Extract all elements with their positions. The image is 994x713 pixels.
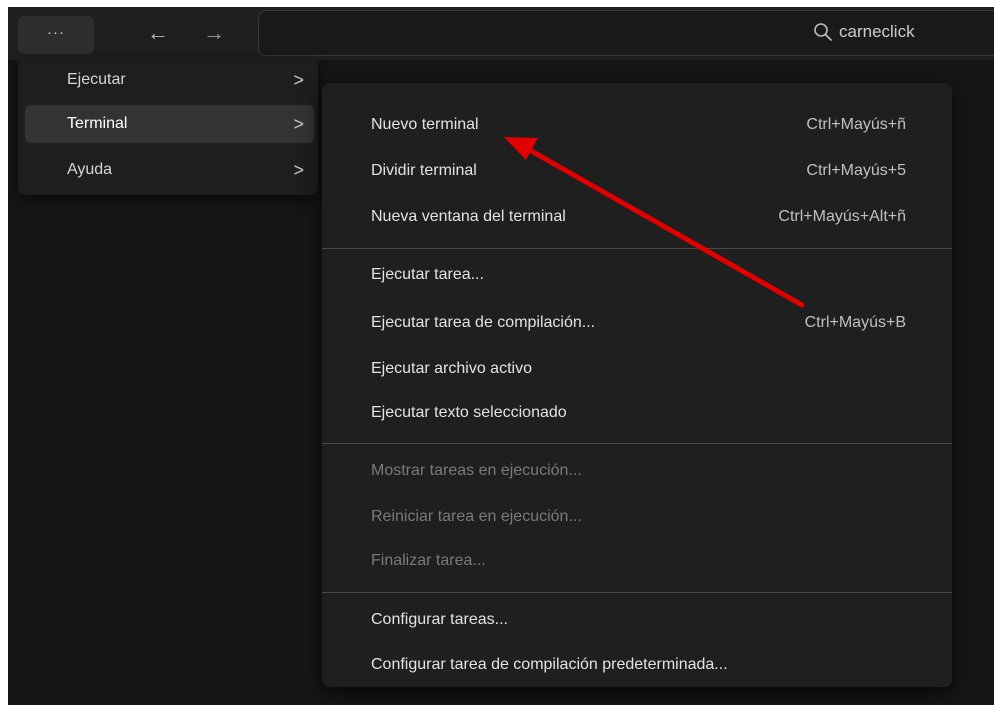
menu-separator — [322, 248, 952, 249]
menu-item-label: Ejecutar — [67, 71, 126, 88]
menu-separator — [322, 443, 952, 444]
search-icon — [814, 23, 832, 41]
app-window: ··· ← → carneclick Ejecutar > Terminal >… — [8, 7, 994, 705]
menu-item-label: Reiniciar tarea en ejecución... — [371, 508, 582, 525]
menu-item-label: Ejecutar archivo activo — [371, 360, 532, 377]
menu-item-label: Ayuda — [67, 161, 113, 178]
chevron-right-icon: > — [293, 114, 304, 134]
menu-item-label: Ejecutar tarea de compilación... — [371, 314, 596, 331]
command-center-search[interactable]: carneclick — [258, 10, 994, 56]
menu-item-terminal[interactable]: Terminal > — [25, 105, 314, 143]
chevron-right-icon: > — [293, 70, 304, 90]
menu-new-terminal[interactable]: Nuevo terminal Ctrl+Mayús+ñ — [322, 105, 952, 145]
menu-run-build-task[interactable]: Ejecutar tarea de compilación... Ctrl+Ma… — [322, 303, 952, 343]
menu-item-label: Mostrar tareas en ejecución... — [371, 462, 582, 479]
menu-configure-tasks[interactable]: Configurar tareas... — [322, 600, 952, 640]
keyboard-shortcut: Ctrl+Mayús+B — [804, 314, 906, 331]
arrow-right-icon[interactable]: → — [200, 19, 228, 47]
menu-item-label: Ejecutar texto seleccionado — [371, 404, 567, 421]
menu-item-label: Nuevo terminal — [371, 116, 479, 133]
search-text: carneclick — [839, 22, 915, 41]
menu-new-terminal-window[interactable]: Nueva ventana del terminal Ctrl+Mayús+Al… — [322, 197, 952, 237]
menu-item-label: Configurar tarea de compilación predeter… — [371, 656, 728, 673]
menu-item-ejecutar[interactable]: Ejecutar > — [25, 61, 314, 99]
menu-separator — [322, 592, 952, 593]
menu-run-selected-text[interactable]: Ejecutar texto seleccionado — [322, 393, 952, 433]
menu-item-label: Dividir terminal — [371, 162, 477, 179]
menu-split-terminal[interactable]: Dividir terminal Ctrl+Mayús+5 — [322, 151, 952, 191]
menu-restart-running-task: Reiniciar tarea en ejecución... — [322, 497, 952, 537]
menu-item-label: Finalizar tarea... — [371, 552, 486, 569]
menu-run-active-file[interactable]: Ejecutar archivo activo — [322, 349, 952, 389]
menu-run-task[interactable]: Ejecutar tarea... — [322, 255, 952, 295]
menu-show-running-tasks: Mostrar tareas en ejecución... — [322, 451, 952, 491]
menubar-dropdown: Ejecutar > Terminal > Ayuda > — [18, 57, 318, 195]
menu-terminate-task: Finalizar tarea... — [322, 541, 952, 581]
keyboard-shortcut: Ctrl+Mayús+5 — [806, 162, 906, 179]
keyboard-shortcut: Ctrl+Mayús+ñ — [806, 116, 906, 133]
menu-item-label: Configurar tareas... — [371, 611, 508, 628]
menu-item-ayuda[interactable]: Ayuda > — [25, 151, 314, 189]
terminal-submenu: Nuevo terminal Ctrl+Mayús+ñ Dividir term… — [322, 83, 952, 687]
arrow-left-icon[interactable]: ← — [144, 19, 172, 47]
title-bar: ··· ← → carneclick — [8, 7, 994, 60]
chevron-right-icon: > — [293, 160, 304, 180]
keyboard-shortcut: Ctrl+Mayús+Alt+ñ — [778, 208, 906, 225]
menu-item-label: Terminal — [67, 115, 128, 132]
menu-configure-default-build-task[interactable]: Configurar tarea de compilación predeter… — [322, 645, 952, 685]
more-menu-button[interactable]: ··· — [18, 16, 94, 54]
menu-item-label: Ejecutar tarea... — [371, 266, 484, 283]
menu-item-label: Nueva ventana del terminal — [371, 208, 566, 225]
